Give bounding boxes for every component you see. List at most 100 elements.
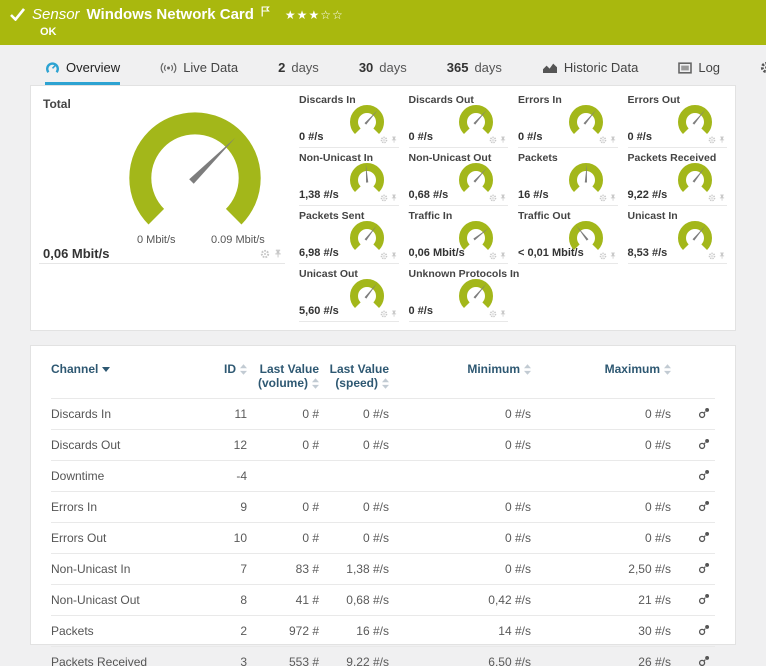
tab-label: days [379,60,407,75]
table-row[interactable]: Non-Unicast In 7 83 # 1,38 #/s 0 #/s 2,5… [51,553,715,585]
priority-stars[interactable]: ★★★☆☆ [285,8,344,22]
gear-icon[interactable] [380,252,388,260]
column-header-minimum[interactable]: Minimum [389,356,531,399]
minimum-cell: 0 #/s [389,398,531,430]
pin-icon[interactable] [718,136,726,144]
tab-overview[interactable]: Overview [45,60,121,85]
mini-gauge-cell[interactable]: Errors In 0 #/s [518,90,618,148]
gauges-panel: Total 0 Mbit/s 0.09 Mbit/s 0,06 Mbit/s D… [30,85,736,331]
column-header-id[interactable]: ID [189,356,247,399]
edit-channel-icon[interactable] [698,562,711,577]
gear-icon[interactable] [380,194,388,202]
tab-30-days[interactable]: 30 days [359,60,407,85]
mini-gauge-cell[interactable]: Unknown Protocols In 0 #/s [408,264,519,322]
gear-icon[interactable] [599,136,607,144]
pin-icon[interactable] [390,194,398,202]
mini-gauge-value: 5,60 #/s [299,305,339,317]
mini-gauge-value: 16 #/s [518,189,549,201]
pin-icon[interactable] [718,252,726,260]
pin-icon[interactable] [499,136,507,144]
flag-icon[interactable] [261,6,270,17]
channel-name-cell: Errors Out [51,522,189,554]
last-value-volume-cell [247,460,319,492]
pin-icon[interactable] [390,136,398,144]
mini-gauge-value: 1,38 #/s [299,189,339,201]
gear-icon[interactable] [489,252,497,260]
mini-gauge-cell[interactable]: Discards In 0 #/s [299,90,399,148]
pin-icon[interactable] [390,252,398,260]
channel-id-cell: 12 [189,429,247,461]
gear-icon[interactable] [489,194,497,202]
tab-365-days[interactable]: 365 days [447,60,502,85]
last-value-speed-cell: 0 #/s [319,491,389,523]
gear-icon[interactable] [380,310,388,318]
mini-gauge-value: 8,53 #/s [627,247,668,259]
tab-label: Overview [66,60,121,75]
column-header-channel[interactable]: Channel [51,356,189,399]
tab-log[interactable]: Log [678,60,720,85]
mini-gauge-cell[interactable]: Packets Received 9,22 #/s [627,148,727,206]
tab-live-data[interactable]: Live Data [160,60,238,85]
gear-icon[interactable] [708,194,716,202]
mini-gauge-label: Errors Out [627,94,681,106]
pin-icon[interactable] [499,194,507,202]
pin-icon[interactable] [609,252,617,260]
pin-icon[interactable] [390,310,398,318]
table-row[interactable]: Discards In 11 0 # 0 #/s 0 #/s 0 #/s [51,398,715,430]
channel-id-cell: 9 [189,491,247,523]
mini-gauge-value: 0,68 #/s [408,189,449,201]
column-header-last-value-volume[interactable]: Last Value (volume) [247,356,319,399]
table-row[interactable]: Discards Out 12 0 # 0 #/s 0 #/s 0 #/s [51,429,715,461]
table-row[interactable]: Packets Received 3 553 # 9,22 #/s 6,50 #… [51,646,715,666]
gear-icon[interactable] [599,252,607,260]
gauge-icon [46,61,59,73]
gear-icon[interactable] [708,136,716,144]
edit-channel-icon[interactable] [698,624,711,639]
mini-gauge-cell[interactable]: Packets 16 #/s [518,148,618,206]
total-gauge-max-label: 0.09 Mbit/s [211,234,265,246]
mini-gauge-cell[interactable]: Traffic In 0,06 Mbit/s [408,206,508,264]
column-header-maximum[interactable]: Maximum [531,356,671,399]
total-gauge-cell[interactable]: Total 0 Mbit/s 0.09 Mbit/s 0,06 Mbit/s [39,90,285,264]
channel-id-cell: 2 [189,615,247,647]
pin-icon[interactable] [609,136,617,144]
gear-icon[interactable] [599,194,607,202]
mini-gauge-cell[interactable]: Errors Out 0 #/s [627,90,727,148]
pin-icon[interactable] [609,194,617,202]
tab-settings[interactable]: Settings [760,60,766,85]
table-row[interactable]: Packets 2 972 # 16 #/s 14 #/s 30 #/s [51,615,715,647]
gear-icon[interactable] [489,310,497,318]
edit-channel-icon[interactable] [698,407,711,422]
edit-channel-icon[interactable] [698,469,711,484]
pin-icon[interactable] [499,252,507,260]
mini-gauge-cell[interactable]: Non-Unicast Out 0,68 #/s [408,148,508,206]
table-row[interactable]: Downtime -4 [51,460,715,492]
edit-channel-icon[interactable] [698,655,711,666]
pin-icon[interactable] [273,249,283,259]
edit-channel-icon[interactable] [698,500,711,515]
broadcast-icon [160,62,177,73]
gear-icon[interactable] [260,249,270,259]
mini-gauge-cell[interactable]: Packets Sent 6,98 #/s [299,206,399,264]
edit-channel-icon[interactable] [698,438,711,453]
mini-gauge-cell[interactable]: Traffic Out < 0,01 Mbit/s [518,206,618,264]
table-row[interactable]: Errors Out 10 0 # 0 #/s 0 #/s 0 #/s [51,522,715,554]
last-value-speed-cell [319,460,389,492]
mini-gauge-cell[interactable]: Unicast Out 5,60 #/s [299,264,399,322]
gear-icon[interactable] [489,136,497,144]
mini-gauge-cell[interactable]: Non-Unicast In 1,38 #/s [299,148,399,206]
table-row[interactable]: Non-Unicast Out 8 41 # 0,68 #/s 0,42 #/s… [51,584,715,616]
mini-gauge-cell[interactable]: Discards Out 0 #/s [408,90,508,148]
tab-2-days[interactable]: 2 days [278,60,319,85]
tab-historic-data[interactable]: Historic Data [542,60,638,85]
pin-icon[interactable] [718,194,726,202]
edit-channel-icon[interactable] [698,593,711,608]
column-header-last-value-speed[interactable]: Last Value (speed) [319,356,389,399]
gear-icon[interactable] [380,136,388,144]
pin-icon[interactable] [499,310,507,318]
gear-icon[interactable] [708,252,716,260]
channel-id-cell: 11 [189,398,247,430]
table-row[interactable]: Errors In 9 0 # 0 #/s 0 #/s 0 #/s [51,491,715,523]
mini-gauge-cell[interactable]: Unicast In 8,53 #/s [627,206,727,264]
edit-channel-icon[interactable] [698,531,711,546]
